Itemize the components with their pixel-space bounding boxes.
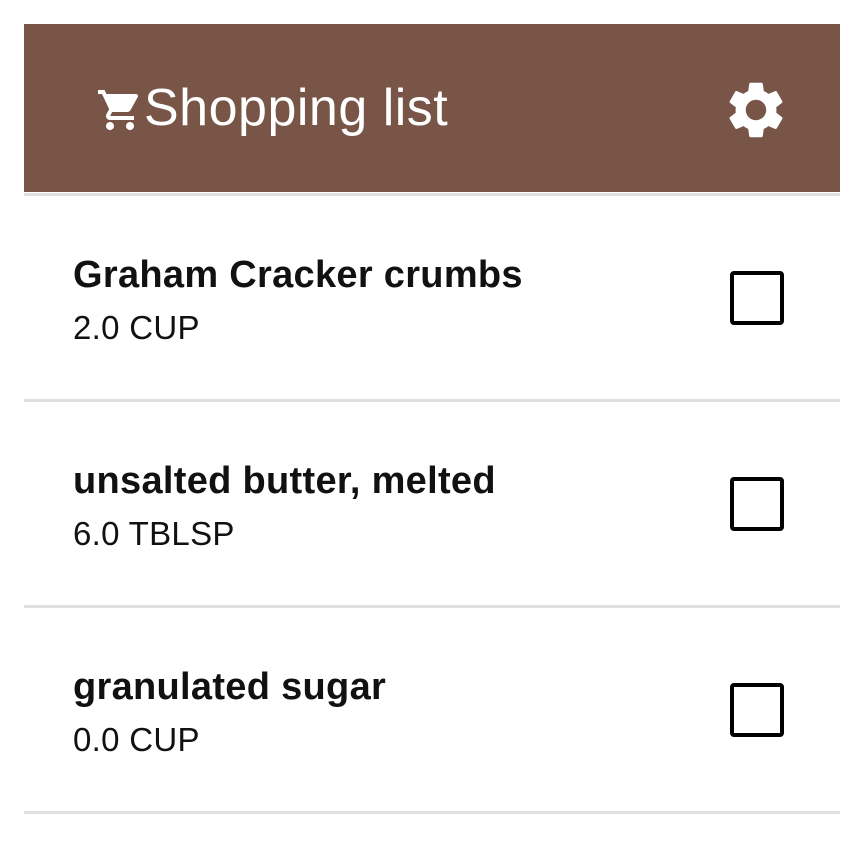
app-bar: Shopping list [24, 24, 840, 192]
gear-icon[interactable] [722, 76, 790, 144]
item-quantity: 0.0 CUP [73, 721, 200, 758]
screen: Shopping list Graham Cracker crumbs 2.0 … [0, 0, 864, 864]
item-checkbox[interactable] [730, 271, 784, 325]
list-item[interactable]: Graham Cracker crumbs 2.0 CUP [24, 193, 840, 402]
shopping-cart-icon [96, 86, 144, 134]
list-item[interactable]: granulated sugar 0.0 CUP [24, 608, 840, 814]
item-checkbox[interactable] [730, 683, 784, 737]
item-name: Graham Cracker crumbs [73, 254, 523, 296]
item-name: unsalted butter, melted [73, 460, 496, 502]
item-quantity: 2.0 CUP [73, 309, 200, 346]
app-title: Shopping list [144, 79, 449, 137]
item-quantity: 6.0 TBLSP [73, 515, 235, 552]
list-item[interactable]: unsalted butter, melted 6.0 TBLSP [24, 402, 840, 608]
item-checkbox[interactable] [730, 477, 784, 531]
item-name: granulated sugar [73, 666, 387, 708]
shopping-list: Graham Cracker crumbs 2.0 CUP unsalted b… [24, 193, 840, 814]
